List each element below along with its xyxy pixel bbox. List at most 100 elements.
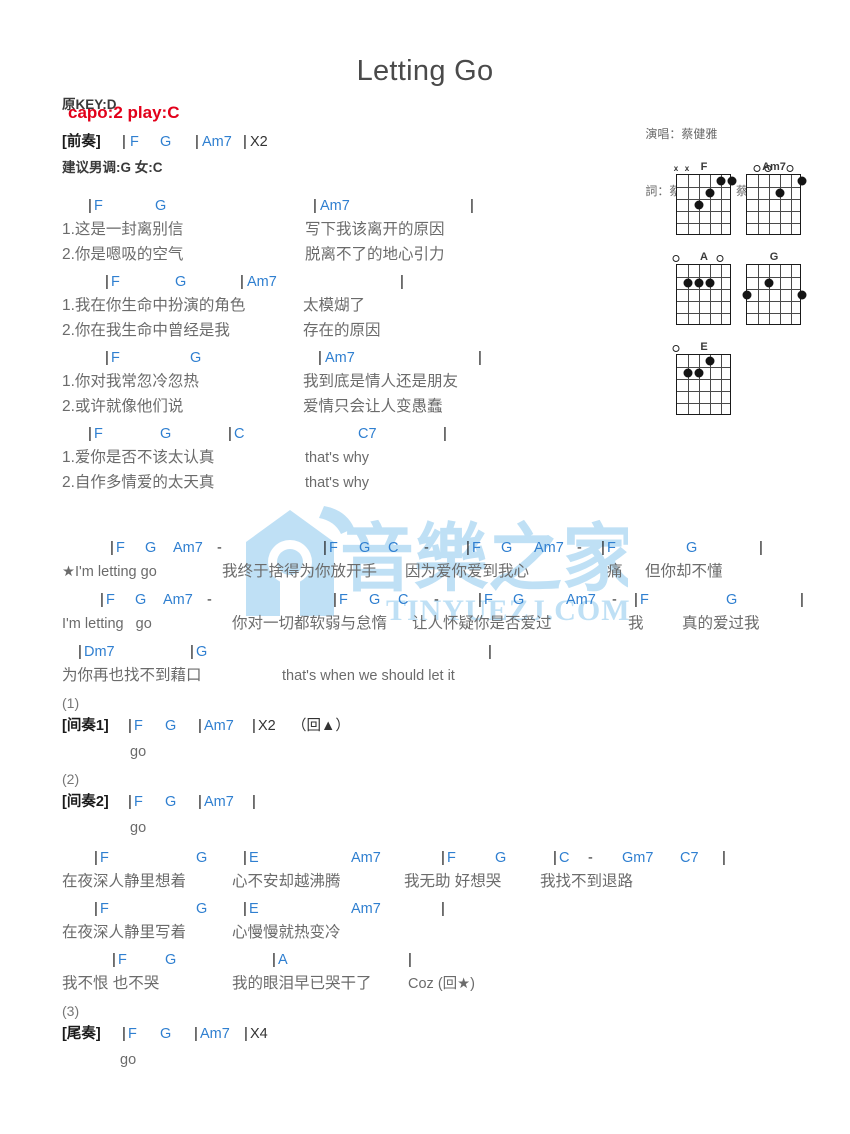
- chord-g: G: [686, 540, 698, 556]
- chord-c: C: [388, 540, 399, 556]
- lyric-line: ★I'm letting go: [62, 564, 157, 580]
- intro-row: [前奏] | F G | Am7 | X2: [0, 130, 850, 164]
- chord-row: | F G | E Am7 |: [0, 897, 850, 921]
- lyric-row: 我不恨 也不哭 我的眼泪早已哭干了 Coz (回★): [0, 972, 850, 999]
- chord-row: | F G | Am7 |: [0, 270, 850, 294]
- barline: |: [478, 349, 482, 366]
- chord-g: G: [196, 850, 208, 866]
- chord-am7: Am7: [534, 540, 564, 556]
- chord-f: F: [94, 198, 103, 214]
- barline: |: [240, 273, 244, 290]
- chord-g: G: [196, 644, 208, 660]
- barline: |: [78, 643, 82, 660]
- chord-f: F: [111, 274, 120, 290]
- barline: |: [198, 717, 202, 734]
- barline: |: [190, 643, 194, 660]
- chord-c7: C7: [358, 426, 377, 442]
- chord-f: F: [607, 540, 616, 556]
- repeat-marker: (3): [62, 1003, 80, 1019]
- lyric-line: 我的眼泪早已哭干了: [232, 975, 372, 992]
- chord-f: F: [130, 134, 139, 150]
- chord-c: C: [398, 592, 409, 608]
- repeat-marker: (2): [62, 771, 80, 787]
- barline: |: [441, 849, 445, 866]
- chord-row: | F G | Am7 |: [0, 346, 850, 370]
- lyric-row: go: [0, 1048, 850, 1075]
- barline: |: [333, 591, 337, 608]
- barline: |: [759, 539, 763, 556]
- barline: |: [408, 951, 412, 968]
- chord-g: G: [501, 540, 513, 556]
- chord-am7: Am7: [200, 1026, 230, 1042]
- chord-f: F: [339, 592, 348, 608]
- chord-sheet-page: 原KEY:D 建议男调:G 女:C capo:2 play:C Letting …: [0, 0, 850, 1134]
- barline: |: [88, 425, 92, 442]
- chord-am7: Am7: [247, 274, 277, 290]
- barline: |: [722, 849, 726, 866]
- barline: |: [94, 849, 98, 866]
- chord-am7: Am7: [204, 794, 234, 810]
- lyric-row: 2.自作多情爱的太天真 that's why: [0, 471, 850, 498]
- lyric-line: that's why: [305, 475, 370, 491]
- capo-info: capo:2 play:C: [68, 103, 180, 122]
- lyric-line: 太模煳了: [303, 297, 366, 314]
- lyric-line: 我终于捨得为你放开手: [222, 563, 378, 580]
- chord-f: F: [134, 794, 143, 810]
- barline: |: [800, 591, 804, 608]
- barline: |: [122, 133, 126, 150]
- chord-c: C: [559, 850, 570, 866]
- chord-am7: Am7: [351, 850, 381, 866]
- dash: -: [434, 592, 439, 608]
- lyric-line: 2.自作多情爱的太天真: [62, 474, 215, 491]
- barline: |: [470, 197, 474, 214]
- barline: |: [313, 197, 317, 214]
- barline: |: [243, 900, 247, 917]
- repeat-note: （回▲）: [292, 718, 350, 734]
- chord-f: F: [100, 850, 109, 866]
- lyric-line: 为你再也找不到藉口: [62, 667, 202, 684]
- repeat-count: X2: [250, 134, 268, 150]
- lyric-line: 存在的原因: [303, 322, 381, 339]
- barline: |: [110, 539, 114, 556]
- barline: |: [128, 793, 132, 810]
- barline: |: [244, 1025, 248, 1042]
- lyric-line: I'm letting go: [62, 616, 152, 632]
- barline: |: [478, 591, 482, 608]
- sheet-body: [前奏] | F G | Am7 | X2 | F G | Am7 | 1.这是一封离别信 写下我该离开的原因…: [0, 130, 850, 1075]
- chord-am7: Am7: [351, 901, 381, 917]
- lyric-row: 在夜深人静里写着 心慢慢就热变冷: [0, 921, 850, 948]
- lyric-row: I'm letting go 你对一切都软弱与怠惰 让人怀疑你是否爱过 我 真的爱过我: [0, 612, 850, 640]
- barline: |: [195, 133, 199, 150]
- lyric-line: 心慢慢就热变冷: [232, 924, 341, 941]
- lyric-line: 在夜深人静里写着: [62, 924, 187, 941]
- lyric-line: that's why: [305, 450, 370, 466]
- chord-g: G: [160, 1026, 172, 1042]
- chord-am7: Am7: [173, 540, 203, 556]
- chord-c7: C7: [680, 850, 699, 866]
- chord-g: G: [165, 952, 177, 968]
- chord-g: G: [495, 850, 507, 866]
- lyric-line: 真的爱过我: [682, 615, 760, 632]
- barline: |: [122, 1025, 126, 1042]
- lyric-line: 2.你在我生命中曾经是我: [62, 322, 230, 339]
- barline: |: [601, 539, 605, 556]
- chord-f: F: [329, 540, 338, 556]
- lyric-row: 2.你是嗯吸的空气 脱离不了的地心引力: [0, 243, 850, 270]
- chord-g: G: [160, 134, 172, 150]
- section-label-outro: [尾奏]: [62, 1026, 101, 1042]
- chord-g: G: [190, 350, 202, 366]
- lyric-row: go: [0, 740, 850, 767]
- lyric-line: 脱离不了的地心引力: [305, 246, 445, 263]
- repeat-count: X2: [258, 718, 276, 734]
- lyric-line: 2.或许就像他们说: [62, 398, 184, 415]
- section-label-intro: [前奏]: [62, 134, 101, 150]
- chord-gm7: Gm7: [622, 850, 654, 866]
- chord-g: G: [369, 592, 381, 608]
- repeat-marker: (1): [62, 695, 80, 711]
- chord-f: F: [100, 901, 109, 917]
- chord-f: F: [94, 426, 103, 442]
- marker-row: (3): [0, 999, 850, 1022]
- barline: |: [112, 951, 116, 968]
- chord-am7: Am7: [202, 134, 232, 150]
- chord-am7: Am7: [320, 198, 350, 214]
